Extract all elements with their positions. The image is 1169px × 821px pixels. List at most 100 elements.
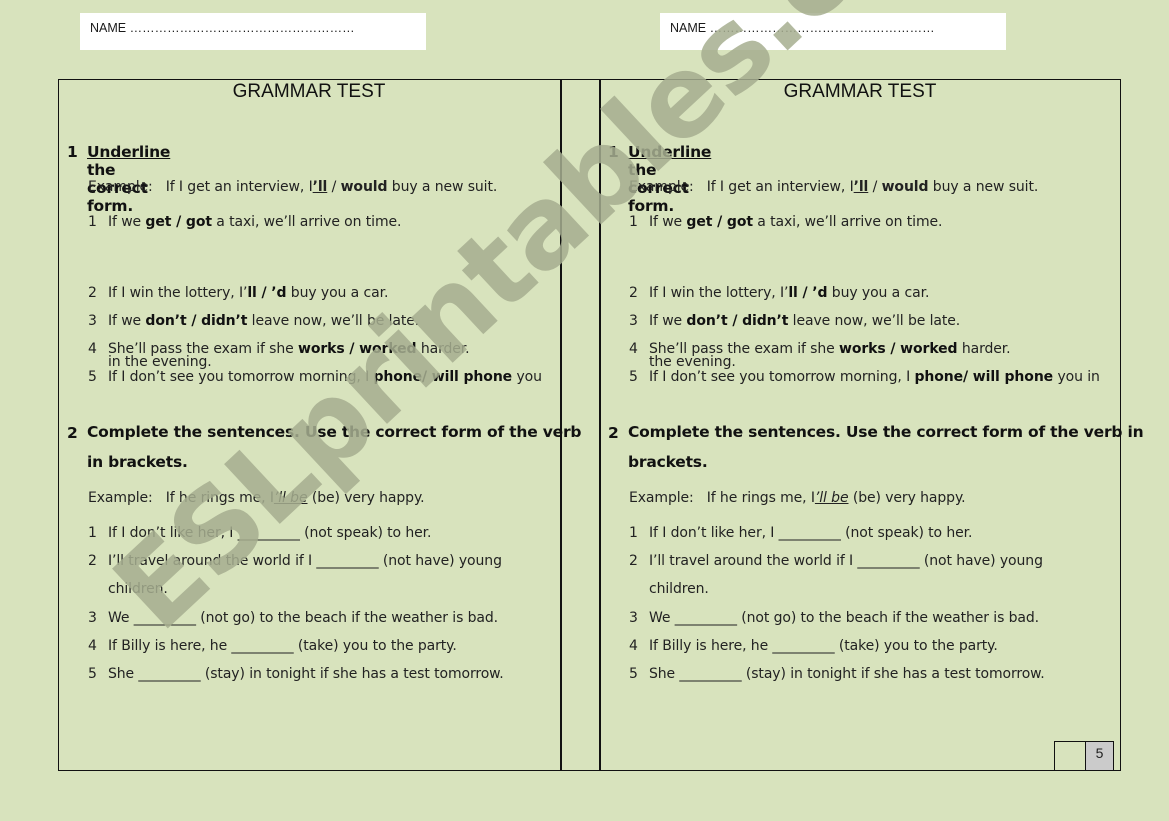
item-number: 1	[629, 525, 638, 541]
item-number: 2	[88, 285, 97, 301]
item-text[interactable]: She _________ (stay) in tonight if she h…	[649, 666, 1045, 682]
column-divider	[599, 79, 601, 771]
item-text: children.	[649, 581, 709, 597]
item-number: 3	[88, 610, 97, 626]
name-label: NAME	[90, 21, 127, 35]
item-number: 5	[629, 369, 638, 385]
item-number: 2	[88, 553, 97, 569]
example-option: would	[881, 179, 929, 195]
item-number: 3	[88, 313, 97, 329]
score-empty-cell[interactable]	[1055, 742, 1086, 770]
item-text: a taxi, we’ll arrive on time.	[752, 214, 943, 230]
answer-options[interactable]: works / worked	[298, 341, 417, 357]
section1-example: Example: If I get an interview, I’ll / w…	[629, 179, 1038, 195]
answer-options[interactable]: phone/ will phone	[373, 369, 512, 385]
heading-line: Complete the sentences. Use the correct …	[628, 423, 1144, 441]
example-answer: ’ll be	[814, 490, 849, 506]
score-total: 5	[1086, 742, 1113, 770]
item-text: buy you a car.	[827, 285, 930, 301]
answer-options[interactable]: ll / ’d	[788, 285, 827, 301]
example-text: If I get an interview, I	[165, 179, 313, 195]
example-label: Example:	[629, 490, 694, 506]
item-number: 3	[629, 313, 638, 329]
example-text: (be) very happy.	[307, 490, 425, 506]
item-number: 3	[629, 610, 638, 626]
item-text[interactable]: If I don’t like her, I _________ (not sp…	[649, 525, 972, 541]
answer-options[interactable]: don’t / didn’t	[145, 313, 247, 329]
answer-options[interactable]: get / got	[686, 214, 753, 230]
example-label: Example:	[88, 179, 153, 195]
item-text: harder.	[416, 341, 470, 357]
answer-options[interactable]: phone/ will phone	[914, 369, 1053, 385]
item-text[interactable]: If Billy is here, he _________ (take) yo…	[649, 638, 998, 654]
test-title: GRAMMAR TEST	[783, 81, 937, 102]
example-text: If I get an interview, I	[706, 179, 854, 195]
item-text: If we	[649, 214, 687, 230]
item-number: 5	[88, 369, 97, 385]
item-number: 1	[88, 214, 97, 230]
answer-options[interactable]: works / worked	[839, 341, 958, 357]
item-text: a taxi, we’ll arrive on time.	[211, 214, 402, 230]
item-number: 2	[629, 553, 638, 569]
section1-example: Example: If I get an interview, I’ll / w…	[88, 179, 497, 195]
item-text: leave now, we’ll be late.	[247, 313, 420, 329]
example-text: buy a new suit.	[928, 179, 1039, 195]
item-text: leave now, we’ll be late.	[788, 313, 961, 329]
example-option: would	[340, 179, 388, 195]
section-number: 2	[67, 424, 78, 442]
answer-options[interactable]: ll / ’d	[247, 285, 286, 301]
item-text[interactable]: If Billy is here, he _________ (take) yo…	[108, 638, 457, 654]
example-sep: /	[868, 179, 882, 195]
item-number: 4	[88, 638, 97, 654]
item-number: 2	[629, 285, 638, 301]
item-number: 1	[629, 214, 638, 230]
item-number: 4	[88, 341, 97, 357]
item-text: in the evening.	[108, 354, 212, 370]
item-text: buy you a car.	[286, 285, 389, 301]
section-number: 1	[608, 143, 619, 161]
item-text[interactable]: She _________ (stay) in tonight if she h…	[108, 666, 504, 682]
name-label: NAME	[670, 21, 707, 35]
name-dots: ………………………………………………	[129, 21, 355, 35]
answer-options[interactable]: don’t / didn’t	[686, 313, 788, 329]
example-answer: ’ll	[312, 179, 328, 195]
score-box: 5	[1054, 741, 1114, 771]
example-answer: ’ll	[853, 179, 869, 195]
heading-underlined: Underline	[628, 143, 712, 161]
heading-line: in brackets.	[87, 453, 188, 471]
item-text: children.	[108, 581, 168, 597]
item-text[interactable]: We _________ (not go) to the beach if th…	[108, 610, 498, 626]
example-text: If he rings me, I	[165, 490, 274, 506]
section-number: 2	[608, 424, 619, 442]
item-number: 1	[88, 525, 97, 541]
item-text: the evening.	[649, 354, 736, 370]
item-text[interactable]: I’ll travel around the world if I ______…	[108, 553, 502, 569]
example-text: If he rings me, I	[706, 490, 815, 506]
item-number: 5	[629, 666, 638, 682]
name-field-left[interactable]: NAME ………………………………………………	[80, 13, 426, 50]
name-dots: ………………………………………………	[709, 21, 935, 35]
name-field-right[interactable]: NAME ………………………………………………	[660, 13, 1006, 50]
example-sep: /	[327, 179, 341, 195]
example-label: Example:	[629, 179, 694, 195]
section2-example: Example: If he rings me, I’ll be (be) ve…	[88, 490, 425, 506]
item-text: you	[512, 369, 542, 385]
heading-line: Complete the sentences. Use the correct …	[87, 423, 582, 441]
item-text[interactable]: We _________ (not go) to the beach if th…	[649, 610, 1039, 626]
section-number: 1	[67, 143, 78, 161]
item-text[interactable]: I’ll travel around the world if I ______…	[649, 553, 1043, 569]
heading-underlined: Underline	[87, 143, 171, 161]
test-title: GRAMMAR TEST	[232, 81, 386, 102]
item-text: If I win the lottery, I’	[108, 285, 248, 301]
item-text[interactable]: If I don’t like her, I _________ (not sp…	[108, 525, 431, 541]
item-text: harder.	[957, 341, 1011, 357]
heading-line: brackets.	[628, 453, 708, 471]
item-number: 5	[88, 666, 97, 682]
example-text: buy a new suit.	[387, 179, 498, 195]
example-label: Example:	[88, 490, 153, 506]
item-number: 4	[629, 638, 638, 654]
item-text: you in	[1053, 369, 1100, 385]
answer-options[interactable]: get / got	[145, 214, 212, 230]
example-text: (be) very happy.	[848, 490, 966, 506]
item-number: 4	[629, 341, 638, 357]
